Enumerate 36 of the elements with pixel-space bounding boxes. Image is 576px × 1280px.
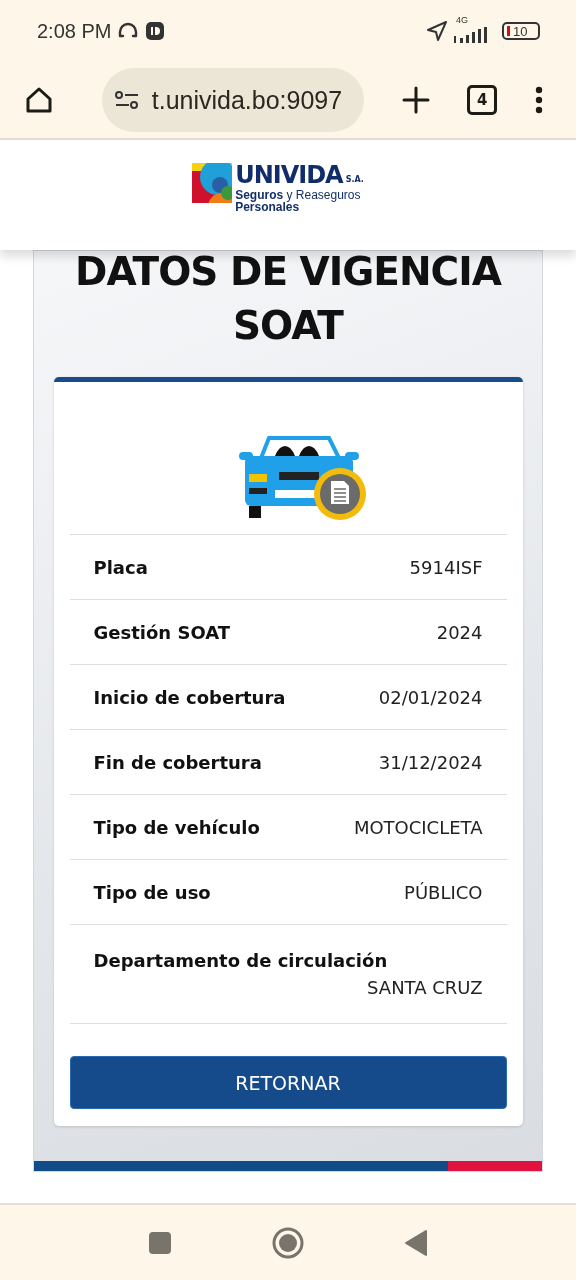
back-icon[interactable] bbox=[404, 1228, 428, 1257]
return-button[interactable]: RETORNAR bbox=[69, 1056, 507, 1109]
field-label: Departamento de circulación bbox=[93, 950, 389, 971]
field-value: 5914ISF bbox=[409, 556, 483, 578]
field-label: Placa bbox=[93, 556, 148, 578]
status-time: 2:08 PM bbox=[37, 19, 112, 43]
brand-tagline: Seguros y Reaseguros bbox=[235, 189, 362, 201]
signal-icon bbox=[454, 27, 490, 43]
field-value: MOTOCICLETA bbox=[353, 816, 483, 838]
field-label: Tipo de vehículo bbox=[93, 816, 260, 838]
field-label: Gestión SOAT bbox=[93, 621, 230, 643]
logo-mark-icon bbox=[192, 163, 233, 203]
field-label: Fin de cobertura bbox=[93, 751, 262, 773]
more-options-icon[interactable] bbox=[535, 86, 543, 114]
field-value: 02/01/2024 bbox=[378, 686, 483, 708]
location-icon bbox=[426, 20, 448, 42]
field-value: 2024 bbox=[436, 621, 483, 643]
home-circle-icon[interactable] bbox=[272, 1226, 304, 1259]
tab-count-button[interactable]: 4 bbox=[467, 85, 498, 115]
home-icon[interactable] bbox=[24, 85, 54, 115]
address-bar[interactable]: t.univida.bo:9097 bbox=[101, 68, 364, 132]
field-value: PÚBLICO bbox=[404, 881, 483, 903]
field-value: SANTA CRUZ bbox=[367, 977, 483, 998]
brand-name: UNIVIDA bbox=[235, 163, 343, 187]
site-settings-icon[interactable] bbox=[113, 89, 140, 111]
network-label: 4G bbox=[456, 15, 468, 25]
page-title: DATOS DE VIGENCIA SOAT bbox=[74, 248, 503, 350]
battery-indicator: 10 bbox=[502, 22, 540, 40]
field-value: 31/12/2024 bbox=[378, 751, 483, 773]
plus-icon[interactable] bbox=[401, 86, 430, 114]
brand-tagline: Personales bbox=[235, 201, 300, 213]
recent-apps-icon[interactable] bbox=[148, 1230, 172, 1255]
brand-suffix: S.A. bbox=[345, 176, 364, 186]
field-label: Inicio de cobertura bbox=[93, 686, 286, 708]
app-icon bbox=[145, 21, 166, 41]
field-label: Tipo de uso bbox=[93, 881, 211, 903]
